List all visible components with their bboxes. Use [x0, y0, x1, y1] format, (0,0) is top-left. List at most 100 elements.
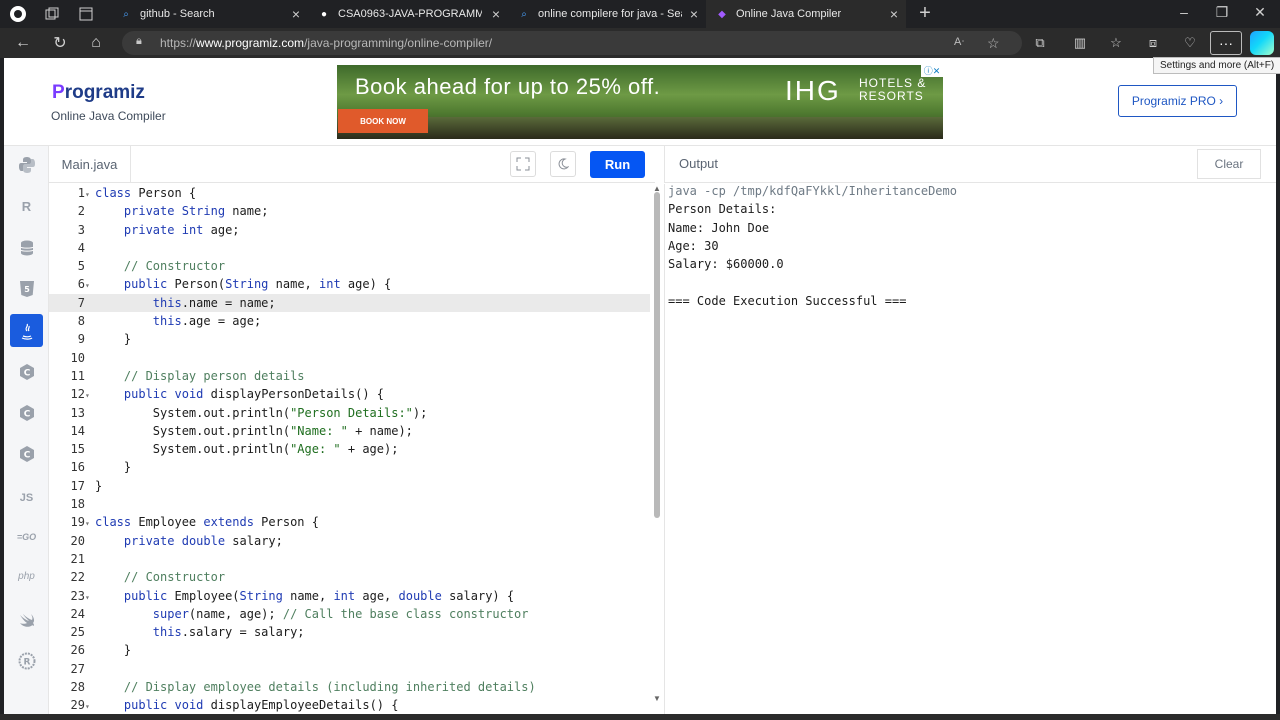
browser-tab[interactable]: ⌕ github - Search ×: [110, 0, 308, 28]
minimize-icon[interactable]: –: [1174, 4, 1194, 20]
browser-tab[interactable]: ● CSA0963-JAVA-PROGRAMMING ×: [308, 0, 508, 28]
go-icon[interactable]: =GO: [10, 520, 43, 553]
favorites-icon[interactable]: ☆: [1106, 33, 1126, 53]
refresh-icon[interactable]: ↻: [50, 33, 70, 53]
copilot-icon[interactable]: [1250, 31, 1274, 55]
clear-button[interactable]: Clear: [1197, 149, 1261, 179]
code-line[interactable]: 8 this.age = age;: [49, 312, 650, 330]
code-text: // Constructor: [123, 259, 226, 274]
ad-book-now-button[interactable]: BOOK NOW: [338, 109, 428, 133]
code-line[interactable]: 19▾ class Employee extends Person {: [49, 513, 650, 531]
favorite-star-icon[interactable]: ☆: [987, 35, 1000, 52]
split-screen-icon[interactable]: ▥: [1070, 33, 1090, 53]
programiz-logo[interactable]: Programiz: [52, 82, 145, 104]
code-line[interactable]: 10: [49, 349, 650, 367]
code-line[interactable]: 24 super(name, age); // Call the base cl…: [49, 605, 650, 623]
code-line[interactable]: 15 System.out.println("Age: " + age);: [49, 440, 650, 458]
ad-headline: Book ahead for up to 25% off.: [355, 74, 661, 99]
output-console: java -cp /tmp/kdfQaFYkkl/InheritanceDemo…: [664, 184, 1276, 714]
output-line: Name: John Doe: [668, 220, 770, 235]
browser-profile-icon[interactable]: [8, 4, 28, 24]
code-text: // Display employee details (including i…: [123, 680, 536, 695]
close-icon[interactable]: ×: [292, 6, 300, 22]
code-line[interactable]: 21: [49, 550, 650, 568]
home-icon[interactable]: ⌂: [86, 33, 106, 53]
address-bar[interactable]: 🔒︎ https://www.programiz.com/java-progra…: [122, 31, 1022, 55]
code-line[interactable]: 17}: [49, 477, 650, 495]
swift-icon[interactable]: [10, 603, 43, 636]
code-line[interactable]: 20 private double salary;: [49, 532, 650, 550]
line-number: 10: [70, 350, 85, 365]
cpp-icon[interactable]: C: [10, 396, 43, 429]
code-line[interactable]: 16 }: [49, 458, 650, 476]
code-text: System.out.println("Name: " + name);: [95, 423, 413, 438]
fullscreen-icon[interactable]: [510, 151, 536, 177]
code-line[interactable]: 13 System.out.println("Person Details:")…: [49, 404, 650, 422]
editor-scrollbar[interactable]: ▲ ▼: [652, 184, 662, 714]
code-line[interactable]: 6▾ public Person(String name, int age) {: [49, 275, 650, 293]
code-line[interactable]: 1▾ class Person {: [49, 184, 650, 202]
html-icon[interactable]: 5: [10, 272, 43, 305]
code-line[interactable]: 12▾ public void displayPersonDetails() {: [49, 385, 650, 403]
run-button[interactable]: Run: [590, 151, 645, 178]
settings-more-button[interactable]: ···: [1210, 31, 1242, 55]
code-editor[interactable]: 1▾ class Person {2 private String name; 3 …: [49, 184, 650, 714]
code-text: // Constructor: [123, 570, 226, 585]
extensions-icon[interactable]: ⧉: [1030, 33, 1050, 53]
code-line[interactable]: 7 this.name = name;: [49, 293, 650, 313]
csharp-icon[interactable]: C: [10, 437, 43, 470]
code-line[interactable]: 9 }: [49, 330, 650, 348]
close-icon[interactable]: ×: [890, 6, 898, 22]
code-line[interactable]: 3 private int age;: [49, 221, 650, 239]
code-text: class Employee extends Person {: [95, 515, 319, 530]
restore-icon[interactable]: ❐: [1212, 4, 1232, 21]
code-line[interactable]: 28 // Display employee details (includin…: [49, 678, 650, 696]
scroll-down-icon[interactable]: ▼: [653, 694, 661, 703]
back-icon[interactable]: ←: [13, 33, 33, 53]
dark-mode-icon[interactable]: [550, 151, 576, 177]
python-icon[interactable]: [10, 148, 43, 181]
code-line[interactable]: 22 // Constructor: [49, 568, 650, 586]
code-text: this.age = age;: [152, 314, 262, 329]
ad-close-icon[interactable]: ⓘ✕: [921, 65, 943, 77]
code-line[interactable]: 11 // Display person details: [49, 367, 650, 385]
code-line[interactable]: 14 System.out.println("Name: " + name);: [49, 422, 650, 440]
browser-tab-active[interactable]: ◆ Online Java Compiler ×: [706, 0, 906, 28]
line-number: 22: [70, 570, 85, 585]
scrollbar-thumb[interactable]: [654, 192, 660, 518]
advertisement-banner[interactable]: Book ahead for up to 25% off. BOOK NOW I…: [337, 65, 943, 139]
code-text: }: [95, 332, 132, 347]
code-line[interactable]: 25 this.salary = salary;: [49, 623, 650, 641]
programiz-pro-button[interactable]: Programiz PRO ›: [1118, 85, 1237, 117]
performance-icon[interactable]: ♡: [1180, 33, 1200, 53]
new-tab-button[interactable]: +: [914, 2, 936, 25]
window-close-icon[interactable]: ✕: [1250, 4, 1270, 21]
svg-text:C: C: [23, 450, 30, 460]
collections-icon[interactable]: ⧈: [1143, 33, 1163, 53]
tab-actions-icon[interactable]: [76, 4, 96, 24]
code-line[interactable]: 29▾ public void displayEmployeeDetails()…: [49, 696, 650, 714]
php-icon[interactable]: php: [10, 560, 43, 593]
browser-tab[interactable]: ⌕ online compilere for java - Search ×: [508, 0, 706, 28]
close-icon[interactable]: ×: [492, 6, 500, 22]
read-aloud-icon[interactable]: Aᐧ: [954, 35, 964, 48]
code-line[interactable]: 27: [49, 660, 650, 678]
javascript-icon[interactable]: JS: [10, 481, 43, 514]
code-line[interactable]: 23▾ public Employee(String name, int age…: [49, 587, 650, 605]
site-header: Programiz Online Java Compiler Book ahea…: [4, 58, 1276, 146]
code-text: System.out.println("Age: " + age);: [95, 442, 399, 457]
java-icon[interactable]: [10, 314, 43, 347]
code-line[interactable]: 4: [49, 239, 650, 257]
code-line[interactable]: 2 private String name;: [49, 202, 650, 220]
r-icon[interactable]: R: [10, 190, 43, 223]
fold-arrow-icon[interactable]: ▾: [85, 698, 95, 714]
workspaces-icon[interactable]: [42, 4, 62, 24]
sql-icon[interactable]: [10, 231, 43, 264]
code-line[interactable]: 5 // Constructor: [49, 257, 650, 275]
c-icon[interactable]: C: [10, 355, 43, 388]
rust-icon[interactable]: R: [10, 644, 43, 677]
file-tab-main-java[interactable]: Main.java: [49, 146, 131, 183]
close-icon[interactable]: ×: [690, 6, 698, 22]
code-line[interactable]: 18: [49, 495, 650, 513]
code-line[interactable]: 26 }: [49, 641, 650, 659]
